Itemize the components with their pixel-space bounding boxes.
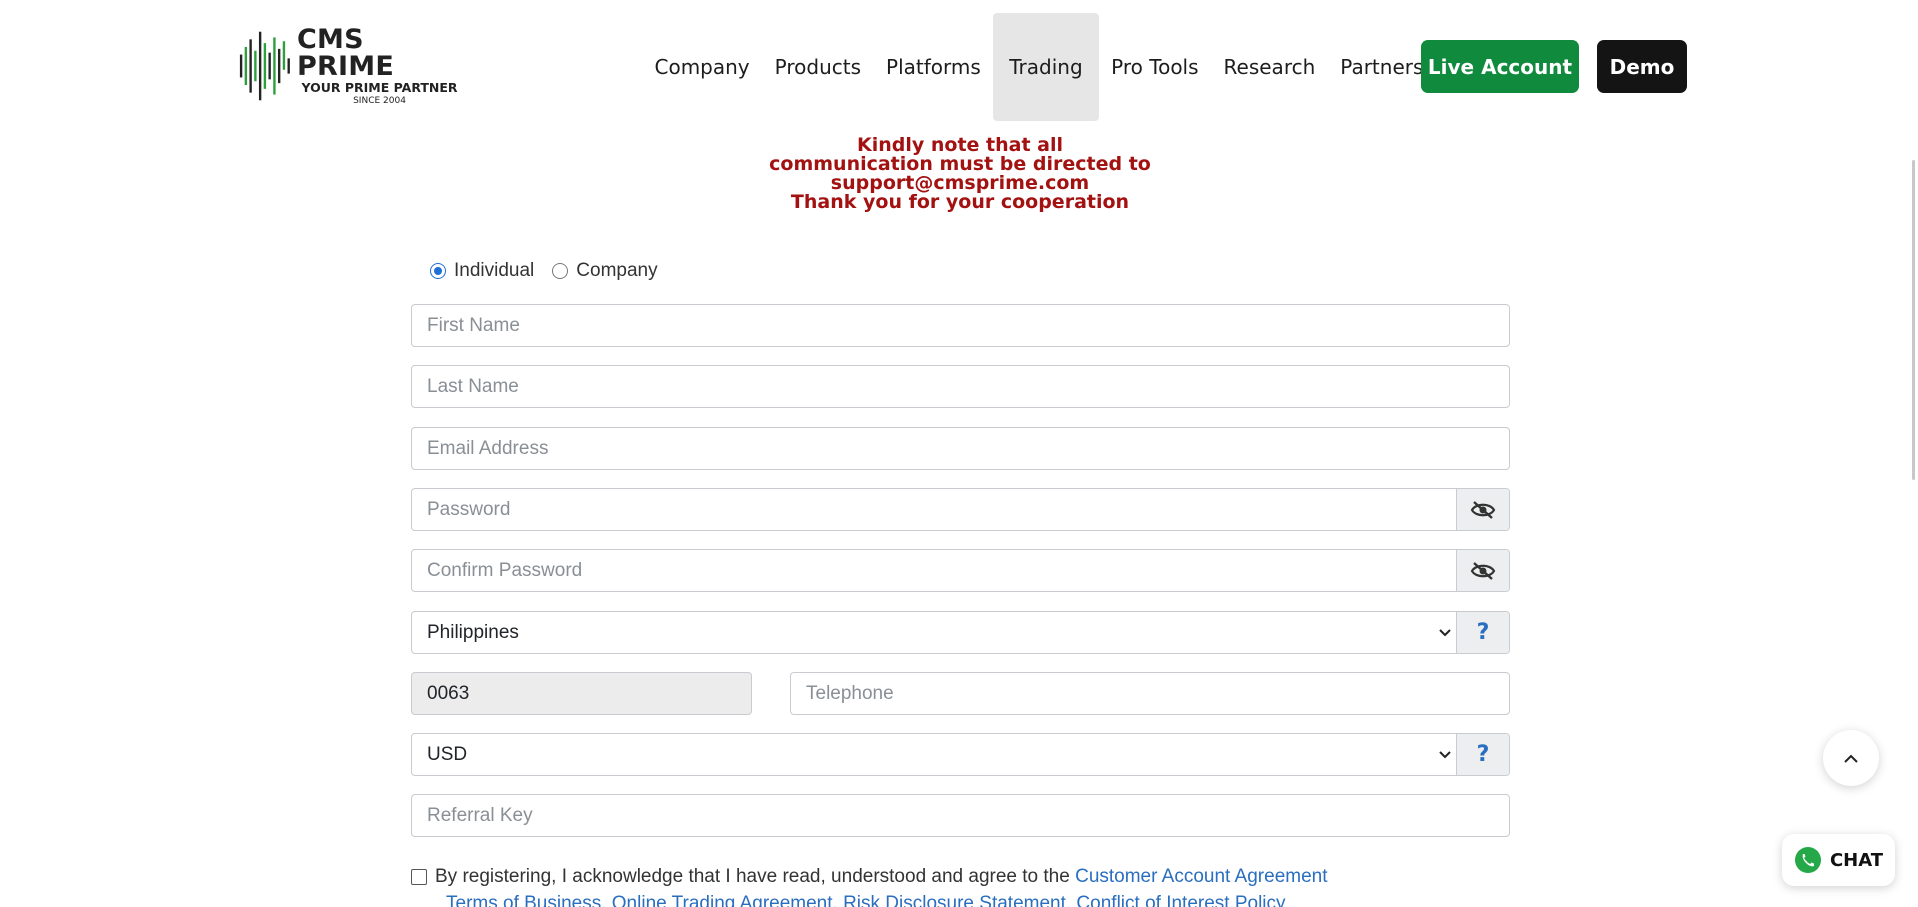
agreement-checkbox[interactable] <box>411 869 427 885</box>
individual-radio[interactable] <box>430 263 446 279</box>
support-notice: Kindly note that all communication must … <box>660 136 1260 212</box>
agreement-links-line[interactable]: Terms of Business, Online Trading Agreem… <box>446 893 1286 907</box>
currency-select[interactable]: USD ? <box>411 733 1510 776</box>
country-selected-value: Philippines <box>427 621 519 643</box>
whatsapp-icon <box>1794 847 1821 873</box>
email-field <box>411 427 1510 470</box>
nav-item-trading[interactable]: Trading <box>993 13 1099 121</box>
eye-slash-icon <box>1470 561 1496 580</box>
password-input[interactable] <box>412 489 1456 530</box>
country-select[interactable]: Philippines ? <box>411 611 1510 654</box>
agreement-row: By registering, I acknowledge that I hav… <box>411 866 1328 888</box>
chevron-down-icon <box>1434 628 1456 637</box>
scroll-to-top-button[interactable] <box>1823 730 1879 786</box>
customer-account-agreement-link[interactable]: Customer Account Agreement <box>1075 866 1327 888</box>
help-icon: ? <box>1476 620 1490 645</box>
logo-since: SINCE 2004 <box>353 96 406 107</box>
chat-label: CHAT <box>1829 849 1884 871</box>
confirm-password-field <box>411 549 1510 592</box>
logo-bars-icon <box>239 31 290 101</box>
eye-slash-icon <box>1470 500 1496 519</box>
account-type-group: Individual Company <box>430 260 676 282</box>
nav-item-platforms[interactable]: Platforms <box>874 13 994 121</box>
currency-help-button[interactable]: ? <box>1456 734 1509 775</box>
demo-button[interactable]: Demo <box>1597 40 1687 93</box>
email-input[interactable] <box>412 428 1509 469</box>
confirm-password-input[interactable] <box>412 550 1456 591</box>
nav-item-company[interactable]: Company <box>642 13 762 121</box>
first-name-input[interactable] <box>412 305 1509 346</box>
toggle-confirm-password-visibility-button[interactable] <box>1456 550 1509 591</box>
company-radio[interactable] <box>552 263 569 279</box>
country-help-button[interactable]: ? <box>1456 612 1509 653</box>
chevron-up-icon <box>1844 754 1858 763</box>
referral-key-input[interactable] <box>412 795 1509 836</box>
agreement-text: By registering, I acknowledge that I hav… <box>435 866 1076 887</box>
page-scrollbar[interactable] <box>1912 160 1915 480</box>
nav-item-products[interactable]: Products <box>762 13 873 121</box>
telephone-field <box>790 672 1510 715</box>
nav-item-partners[interactable]: Partners <box>1328 13 1436 121</box>
last-name-input[interactable] <box>412 366 1509 407</box>
logo[interactable]: CMS PRIME YOUR PRIME PARTNER SINCE 2004 <box>238 23 462 107</box>
telephone-input[interactable] <box>791 673 1509 714</box>
referral-key-field <box>411 794 1510 837</box>
phone-code-field: 0063 <box>411 672 752 715</box>
last-name-field <box>411 365 1510 408</box>
chat-button[interactable]: CHAT <box>1782 834 1895 886</box>
individual-label[interactable]: Individual <box>454 260 534 282</box>
toggle-password-visibility-button[interactable] <box>1456 489 1509 530</box>
currency-selected-value: USD <box>427 743 468 765</box>
first-name-field <box>411 304 1510 347</box>
nav-item-pro-tools[interactable]: Pro Tools <box>1099 13 1211 121</box>
nav-item-research[interactable]: Research <box>1211 13 1328 121</box>
logo-tagline: YOUR PRIME PARTNER <box>301 79 458 95</box>
password-field <box>411 488 1510 531</box>
notice-line-4: Thank you for your cooperation <box>790 191 1130 213</box>
company-label[interactable]: Company <box>576 260 657 282</box>
live-account-button[interactable]: Live Account <box>1421 40 1579 93</box>
chevron-down-icon <box>1434 750 1456 759</box>
help-icon: ? <box>1476 742 1490 767</box>
main-nav: Company Products Platforms Trading Pro T… <box>642 13 1436 121</box>
logo-name: CMS PRIME <box>297 23 394 82</box>
